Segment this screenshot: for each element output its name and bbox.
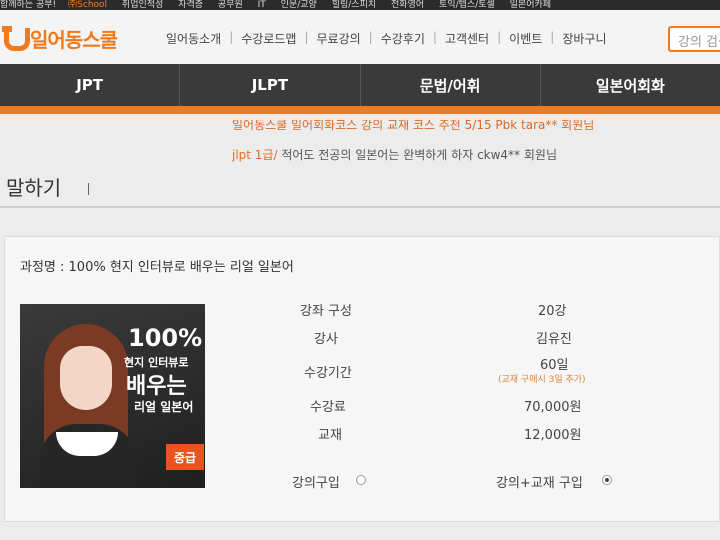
logo-text: 일어동스쿨 (30, 27, 118, 52)
nav-accent-bar (0, 106, 720, 114)
gnb-separator: | (550, 30, 555, 44)
gnb-item-cart[interactable]: 장바구니 (556, 30, 612, 47)
top-strip-item[interactable]: 힐링/스피치 (332, 0, 376, 10)
gnb-item-roadmap[interactable]: 수강로드맵 (235, 30, 302, 47)
global-nav: 일어동소개 | 수강로드맵 | 무료강의 | 수강후기 | 고객센터 | 이벤트 | 장바구… (160, 30, 613, 47)
info-label-lessons: 강좌 구성 (300, 304, 352, 319)
info-label-textbook: 교재 (318, 428, 342, 443)
instructor-face (60, 346, 112, 410)
top-strip-item[interactable]: 토익/텝스/토셀 (439, 0, 495, 10)
period-note: (교재 구매시 3일 추가) (498, 375, 586, 385)
top-strip: 함께하는 공부! ㈜School 취업인적성 자격증 공무원 IT 인문/교양 힐… (0, 0, 720, 10)
page-title: 말하기 (6, 176, 62, 200)
top-strip-item[interactable]: 자격증 (178, 0, 203, 10)
purchase-lecture-label[interactable]: 강의구입 (292, 472, 340, 491)
top-strip-item[interactable]: 인문/교양 (281, 0, 317, 10)
purchase-lecture-radio[interactable] (356, 475, 366, 485)
info-value-period: 60일 (540, 358, 569, 373)
top-strip-highlight[interactable]: ㈜School (68, 0, 107, 10)
gnb-separator: | (497, 30, 502, 44)
tab-jpt[interactable]: JPT (0, 64, 181, 106)
info-label-period: 수강기간 (304, 366, 352, 381)
info-value-instructor: 김유진 (536, 332, 572, 347)
ticker-category: jlpt 1급/ (232, 148, 278, 162)
course-thumbnail[interactable]: 100% 현지 인터뷰로 배우는 리얼 일본어 중급 (20, 304, 205, 488)
ticker-text: 적어도 전공의 일본어는 완벽하게 하자 (277, 148, 478, 162)
gnb-item-support[interactable]: 고객센터 (439, 30, 495, 47)
tab-grammar[interactable]: 문법/어휘 (361, 64, 541, 106)
gnb-separator: | (229, 30, 234, 44)
gnb-item-about[interactable]: 일어동소개 (160, 30, 227, 47)
title-divider (88, 183, 89, 195)
course-name: 과정명 : 100% 현지 인터뷰로 배우는 리얼 일본어 (20, 260, 294, 275)
ticker-suffix: 회원님 (520, 148, 557, 162)
top-strip-item[interactable]: 취업인적성 (122, 0, 163, 10)
logo-icon (2, 26, 30, 51)
top-strip-item[interactable]: 전화영어 (391, 0, 424, 10)
info-value-fee: 70,000원 (524, 400, 582, 415)
ticker-line[interactable]: 일어동스쿨 일어회화코스 강의 교재 코스 추천 5/15 Pbk tara**… (232, 120, 594, 133)
thumb-subline-2: 리얼 일본어 (134, 400, 194, 414)
gnb-item-event[interactable]: 이벤트 (503, 30, 548, 47)
top-strip-item[interactable]: 일본어카페 (510, 0, 551, 10)
gnb-separator: | (432, 30, 437, 44)
top-strip-item[interactable]: 공무원 (218, 0, 243, 10)
info-label-fee: 수강료 (310, 400, 346, 415)
top-strip-item[interactable]: 함께하는 공부! (0, 0, 56, 10)
level-badge: 중급 (166, 444, 204, 470)
search-input[interactable]: 강의 검색 (668, 26, 720, 52)
gnb-item-free-lecture[interactable]: 무료강의 (311, 30, 367, 47)
site-header: 일어동스쿨 일어동소개 | 수강로드맵 | 무료강의 | 수강후기 | 고객센터 | 이벤… (0, 10, 720, 64)
thumb-headline: 100% (128, 324, 203, 352)
top-strip-item[interactable]: IT (258, 0, 266, 10)
tab-conversation[interactable]: 일본어회화 (541, 64, 720, 106)
site-logo[interactable]: 일어동스쿨 (2, 24, 118, 52)
main-nav: JPT JLPT 문법/어휘 일본어회화 (0, 64, 720, 106)
purchase-lecture-book-radio[interactable] (602, 475, 612, 485)
tab-jlpt[interactable]: JLPT (180, 64, 361, 106)
gnb-item-reviews[interactable]: 수강후기 (375, 30, 431, 47)
info-label-instructor: 강사 (314, 332, 338, 347)
ticker-line[interactable]: jlpt 1급/ 적어도 전공의 일본어는 완벽하게 하자 ckw4** 회원님 (232, 146, 557, 163)
ticker-user: ckw4** (477, 148, 521, 162)
gnb-separator: | (304, 30, 309, 44)
review-ticker: 일어동스쿨 일어회화코스 강의 교재 코스 추천 5/15 Pbk tara**… (0, 120, 720, 164)
info-value-textbook: 12,000원 (524, 428, 582, 443)
purchase-lecture-book-label[interactable]: 강의+교재 구입 (496, 472, 583, 491)
title-rule (0, 206, 720, 208)
info-value-lessons: 20강 (538, 304, 567, 319)
gnb-separator: | (368, 30, 373, 44)
thumb-headline-2: 배우는 (126, 374, 187, 399)
